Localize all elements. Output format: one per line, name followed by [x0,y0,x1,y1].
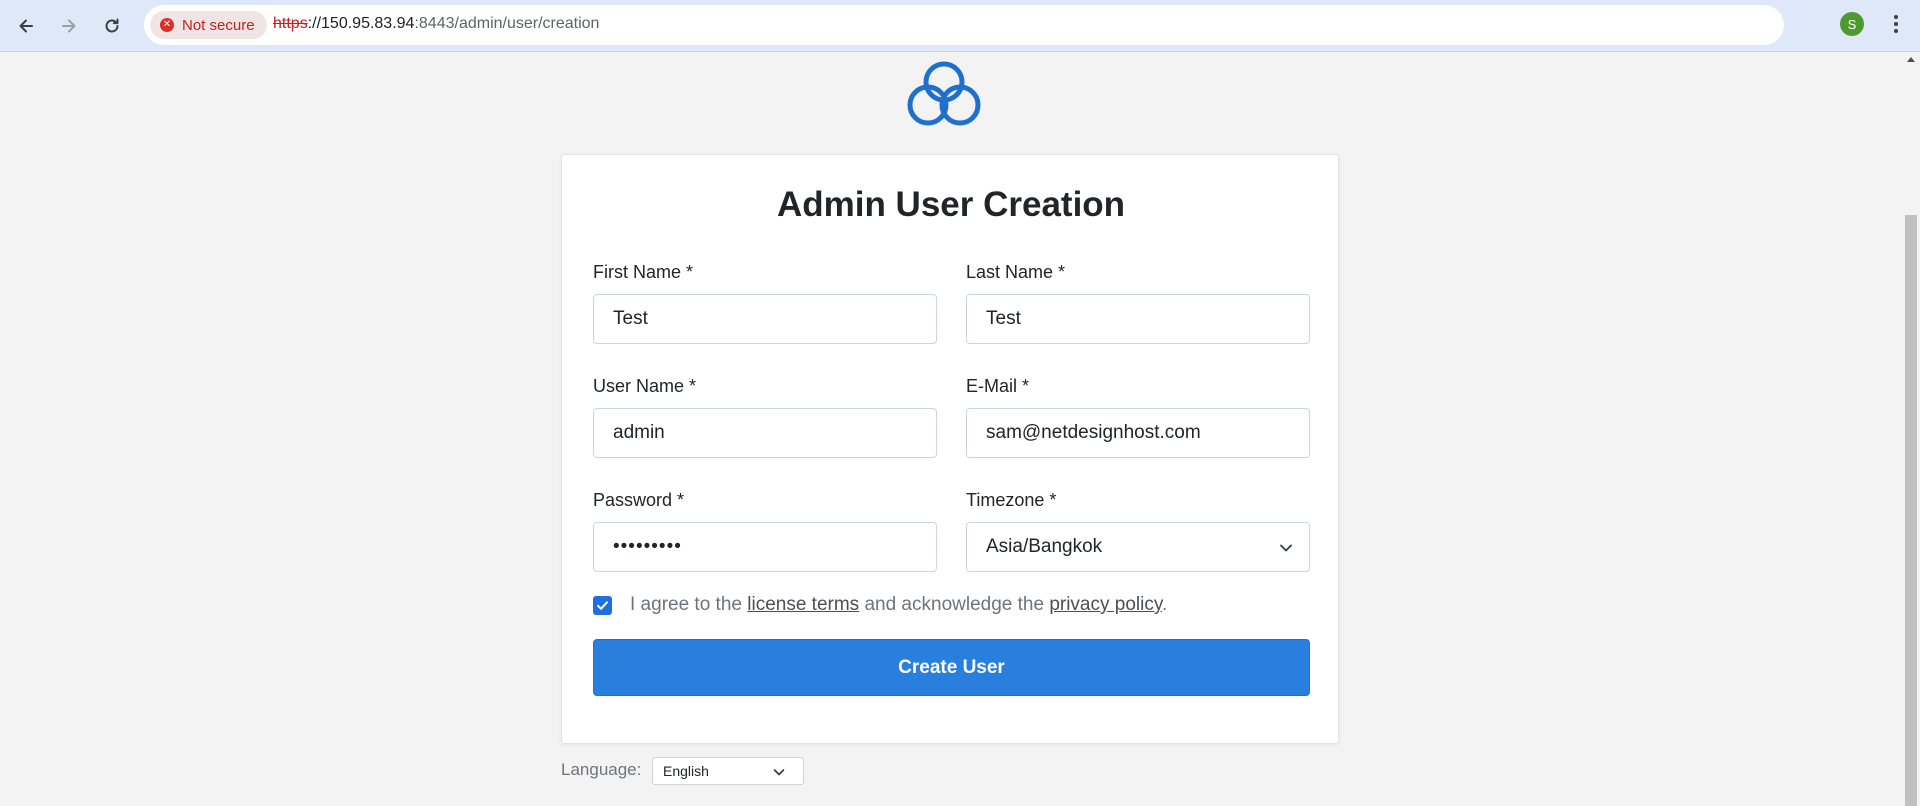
password-masked-value: ••••••••• [613,536,682,557]
chevron-down-icon [1280,544,1292,552]
browser-toolbar: ✕ Not secure https://150.95.83.94:8443/a… [0,0,1920,52]
page-title: Admin User Creation [776,185,1126,224]
url-host: ://150.95.83.94 [307,15,415,32]
forward-icon[interactable] [53,10,85,42]
email-value: sam@netdesignhost.com [986,422,1201,443]
timezone-value: Asia/Bangkok [986,536,1103,557]
page-scrollbar[interactable] [1902,53,1920,806]
url-scheme: https [273,15,308,32]
email-label: E-Mail * [966,376,1030,396]
kebab-menu-icon[interactable] [1884,12,1908,36]
user-name-field[interactable]: admin [593,408,937,458]
timezone-label: Timezone * [966,490,1057,510]
agree-checkbox[interactable] [593,595,612,615]
agreement-text: I agree to the license terms and acknowl… [630,594,1167,616]
user-creation-card: Admin User Creation First Name * Test La… [561,154,1339,744]
create-user-button[interactable]: Create User [593,639,1310,696]
language-label: Language: [561,760,642,779]
last-name-field[interactable]: Test [966,294,1310,344]
language-value: English [663,763,709,779]
url-path: :8443/admin/user/creation [414,15,600,32]
email-field[interactable]: sam@netdesignhost.com [966,408,1310,458]
language-select[interactable]: English [652,757,804,785]
password-label: Password * [593,490,685,510]
address-bar[interactable]: ✕ Not secure https://150.95.83.94:8443/a… [144,5,1784,45]
url-text[interactable]: https://150.95.83.94:8443/admin/user/cre… [273,15,599,33]
license-terms-link[interactable]: license terms [747,594,859,615]
last-name-value: Test [986,308,1021,329]
agreement-row: I agree to the license terms and acknowl… [593,594,1167,616]
first-name-value: Test [613,308,648,329]
profile-avatar[interactable]: S [1840,12,1864,36]
agree-text-before: I agree to the [630,594,748,615]
user-name-value: admin [613,422,665,443]
scroll-up-arrow-icon[interactable] [1907,57,1915,62]
agree-text-middle: and acknowledge the [859,594,1050,615]
password-field[interactable]: ••••••••• [593,522,937,572]
privacy-policy-link[interactable]: privacy policy [1049,594,1162,615]
cloud-logo-icon [907,61,981,126]
reload-icon[interactable] [96,10,128,42]
chevron-down-icon [773,769,785,776]
back-icon[interactable] [10,10,42,42]
last-name-label: Last Name * [966,262,1066,282]
error-icon: ✕ [160,18,174,32]
security-indicator[interactable]: ✕ Not secure [150,11,267,39]
scroll-thumb[interactable] [1905,215,1917,806]
first-name-label: First Name * [593,262,694,282]
user-name-label: User Name * [593,376,697,396]
first-name-field[interactable]: Test [593,294,937,344]
timezone-select[interactable]: Asia/Bangkok [966,522,1310,572]
agree-text-after: . [1161,594,1168,615]
checkmark-icon [597,600,608,610]
security-label: Not secure [182,16,255,34]
